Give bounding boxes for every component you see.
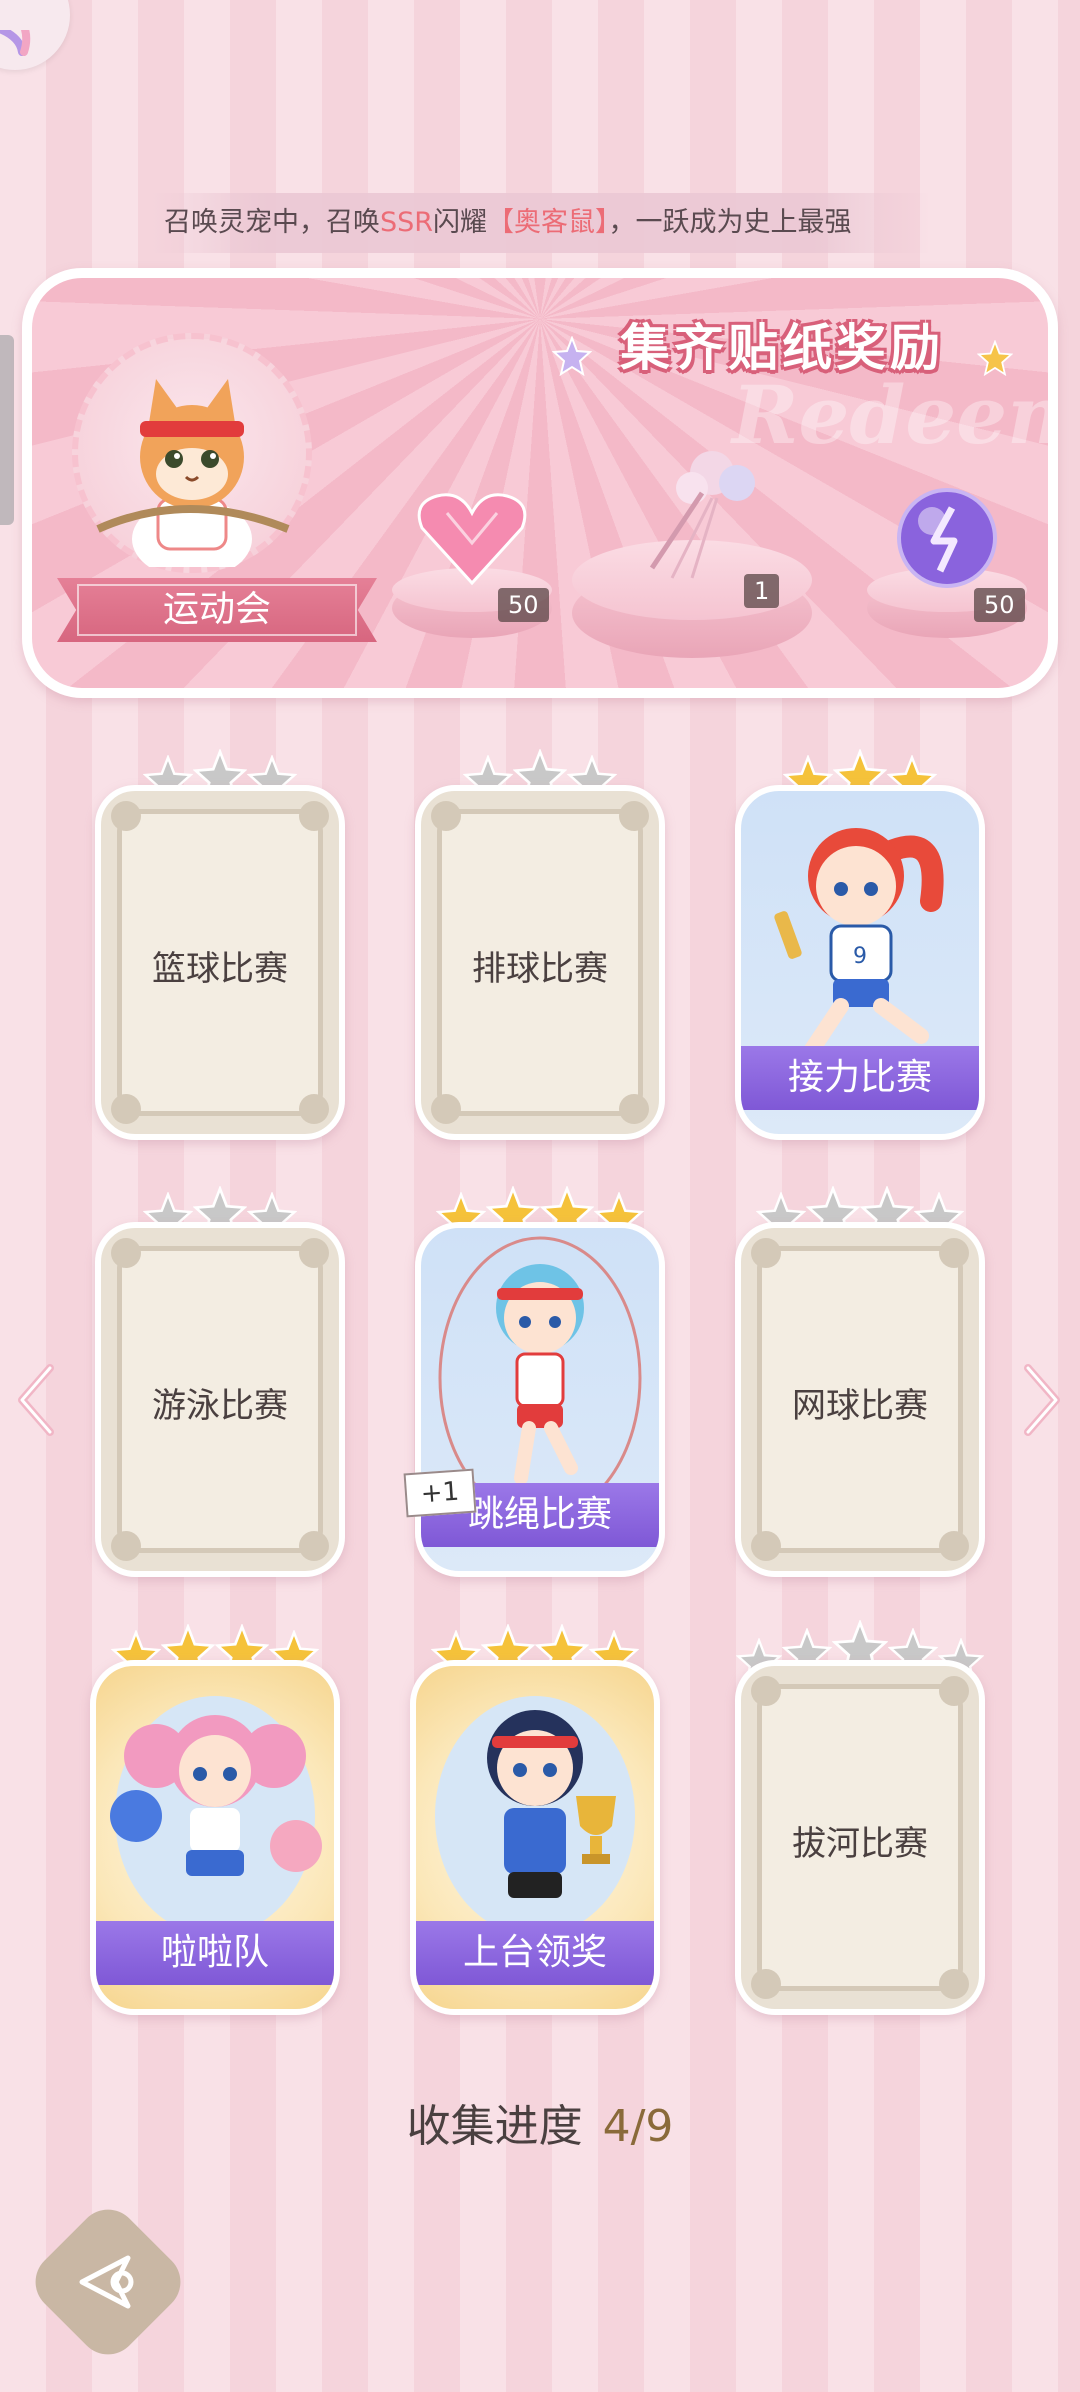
ticker-text-3: ，一跃成为史上最强 [608, 207, 852, 238]
relay-runner-girl-icon: 9 [774, 828, 944, 1059]
card-label: 拔河比赛 [792, 1824, 928, 1864]
purple-energy-orb-icon [897, 488, 997, 588]
announcement-ticker: 召唤灵宠中，召唤SSR闪耀【奥客鼠】，一跃成为史上最强 [150, 193, 930, 253]
unlocked-card-frame: 上台领奖 [410, 1660, 660, 2015]
sticker-card-tennis[interactable]: 网球比赛 [735, 1186, 985, 1577]
sticker-card-tug-of-war[interactable]: 拔河比赛 [735, 1620, 985, 2015]
card-label: 接力比赛 [741, 1046, 979, 1110]
banner-title: 集齐贴纸奖励 [620, 319, 944, 377]
reward-count-bouquet: 1 [744, 574, 780, 608]
ticker-text: 召唤灵宠中，召唤 [164, 207, 380, 238]
sticker-card-volleyball[interactable]: 排球比赛 [415, 749, 665, 1140]
event-label: 运动会 [77, 584, 357, 636]
unlocked-card-frame: 跳绳比赛 [415, 1222, 665, 1577]
cheerleader-girl-icon [110, 1696, 322, 1936]
gold-star-icon [977, 340, 1013, 376]
award-winner-girl-icon [435, 1696, 635, 1936]
sticker-card-award[interactable]: 上台领奖 [410, 1624, 660, 2015]
side-drawer-handle[interactable] [0, 335, 14, 525]
chevron-right-icon[interactable] [1020, 1360, 1064, 1440]
event-cat-badge [72, 333, 312, 579]
event-ribbon: 运动会 [57, 578, 377, 642]
cat-mascot-icon [96, 379, 290, 579]
sticker-card-jump-rope[interactable]: 跳绳比赛 [415, 1186, 665, 1577]
ticker-rarity: SSR [380, 207, 434, 238]
jump-rope-girl-icon [438, 1236, 642, 1520]
fan-icon [0, 30, 31, 56]
sticker-card-basketball[interactable]: 篮球比赛 [95, 749, 345, 1140]
pink-heart-gem-icon [417, 493, 527, 586]
reward-banner: Redeem 集齐贴纸奖励 运动会 50 1 50 [22, 268, 1058, 698]
card-label: 网球比赛 [792, 1386, 928, 1426]
sticker-card-swimming[interactable]: 游泳比赛 [95, 1186, 345, 1577]
chevron-left-icon[interactable] [14, 1360, 58, 1440]
unlocked-card-frame: 啦啦队 [90, 1660, 340, 2015]
locked-card-frame: 游泳比赛 [95, 1222, 345, 1577]
card-label: 篮球比赛 [152, 949, 288, 989]
ticker-text-2: 闪耀 [433, 207, 488, 238]
new-sticker-badge: +1 [403, 1468, 477, 1518]
flower-bouquet-icon [649, 451, 755, 579]
sticker-card-relay[interactable]: 9 接力比赛 [735, 749, 985, 1140]
back-button[interactable] [23, 2197, 193, 2367]
progress-value: 4/9 [602, 2101, 674, 2152]
card-label: 啦啦队 [96, 1921, 334, 1985]
locked-card-frame: 拔河比赛 [735, 1660, 985, 2015]
collection-progress: 收集进度 4/9 [0, 2090, 1080, 2154]
progress-label: 收集进度 [406, 2101, 583, 2152]
back-arrow-icon [79, 2255, 134, 2309]
reward-count-orb: 50 [974, 588, 1025, 622]
card-label: 游泳比赛 [152, 1386, 288, 1426]
svg-text:9: 9 [853, 944, 867, 969]
ticker-pet-name: 【奥客鼠】 [487, 207, 609, 238]
locked-card-frame: 排球比赛 [415, 785, 665, 1140]
reward-count-gem: 50 [498, 588, 549, 622]
menu-fan-button[interactable] [0, 0, 70, 70]
locked-card-frame: 网球比赛 [735, 1222, 985, 1577]
lilac-star-icon [552, 336, 592, 376]
sticker-card-cheerleader[interactable]: 啦啦队 [90, 1624, 340, 2015]
unlocked-card-frame: 9 接力比赛 [735, 785, 985, 1140]
card-label: 排球比赛 [472, 949, 608, 989]
locked-card-frame: 篮球比赛 [95, 785, 345, 1140]
card-label: 上台领奖 [416, 1921, 654, 1985]
